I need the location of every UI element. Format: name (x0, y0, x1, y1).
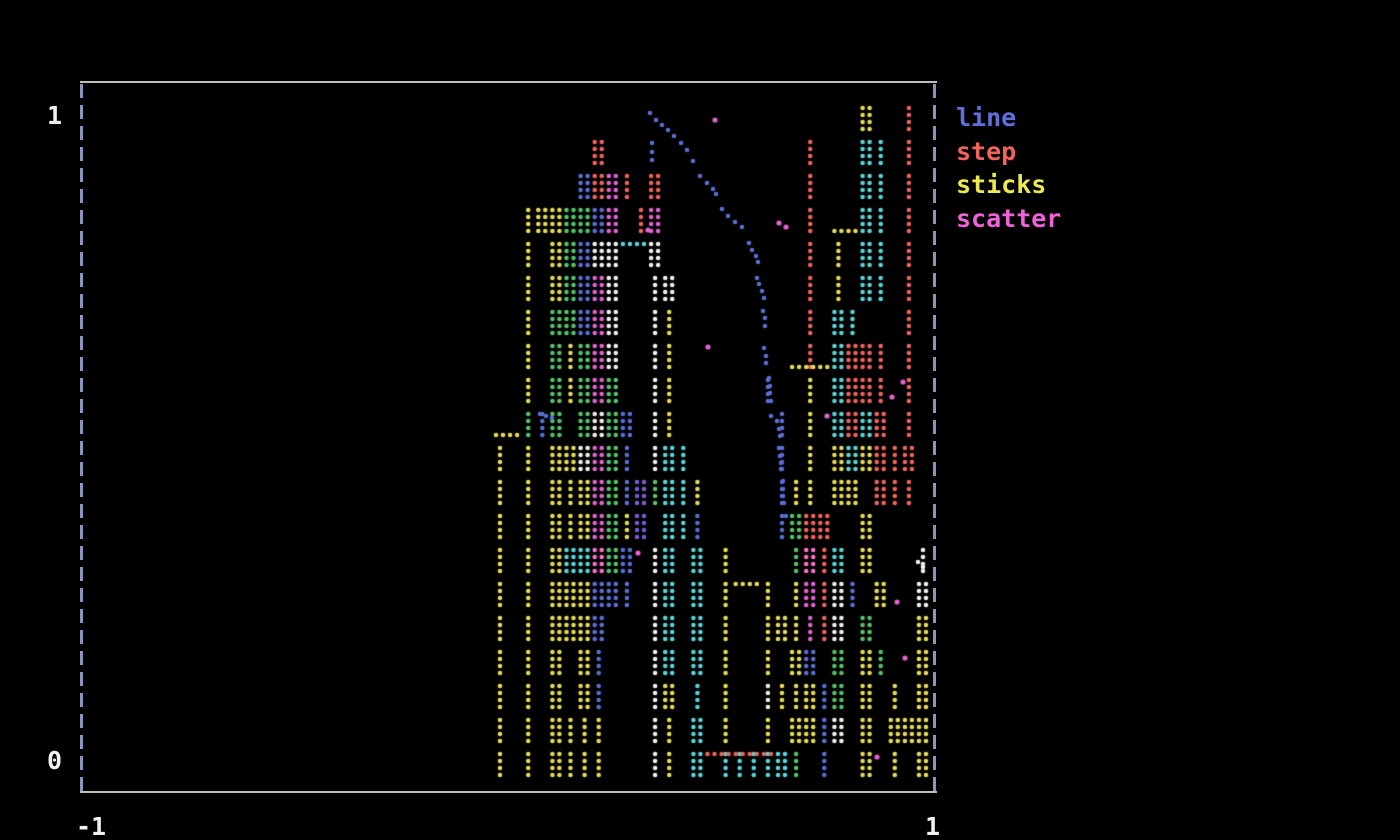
legend-item-sticks: sticks (956, 168, 1061, 202)
terminal-plot-screen: 1 0 -1 1 line step sticks scatter (0, 0, 1400, 840)
y-axis-label-min: 0 (47, 748, 62, 773)
plot-frame-top (80, 81, 937, 83)
legend: line step sticks scatter (956, 101, 1061, 235)
legend-item-line: line (956, 101, 1061, 135)
plot-dots-canvas (0, 0, 1400, 840)
legend-item-step: step (956, 135, 1061, 169)
x-axis-label-max: 1 (925, 814, 940, 839)
legend-item-scatter: scatter (956, 202, 1061, 236)
y-axis-label-max: 1 (47, 103, 62, 128)
x-axis-label-min: -1 (76, 814, 106, 839)
plot-frame-left-dashed (80, 84, 83, 792)
plot-frame-right-dashed (933, 84, 936, 792)
plot-frame-bottom (80, 791, 937, 793)
